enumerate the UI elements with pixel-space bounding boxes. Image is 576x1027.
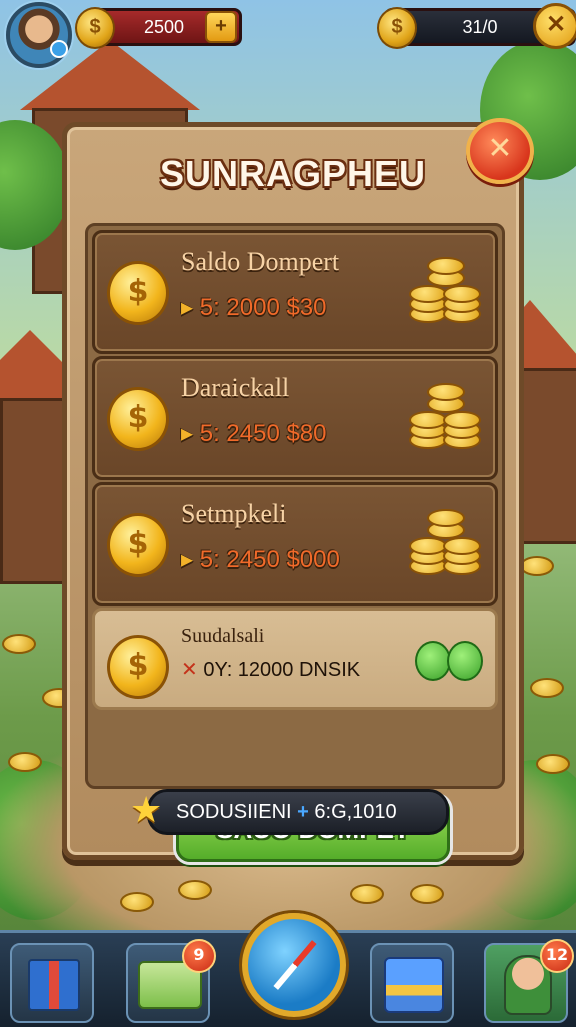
nav-compass-button[interactable] <box>242 913 346 1017</box>
footer-label: SODUSIIENI <box>176 801 292 823</box>
offer-price-value: 5: 2450 $80 <box>199 420 327 447</box>
top-bar: 2500 $ + 31/0 $ ✕ <box>0 0 576 68</box>
avatar-badge-icon <box>50 40 68 58</box>
offer-price-value: 5: 2450 $000 <box>199 546 340 573</box>
offer-price: ✕ 0Y: 12000 DNSIK <box>181 657 360 682</box>
offer-price: ▸ 5: 2450 $000 <box>181 545 340 574</box>
coin-icon: $ <box>107 261 169 325</box>
offer-price-value: 5: 2000 $30 <box>199 294 327 321</box>
arrow-icon: ▸ <box>181 546 194 573</box>
notification-badge: 12 <box>540 939 574 973</box>
footer-balance-pill[interactable]: ★ SODUSIIENI + 6:G,1010 <box>130 789 449 835</box>
offer-price-value: 0Y: 12000 DNSIK <box>203 659 361 681</box>
offer-label: Suudalsali <box>181 625 265 647</box>
nav-chest-button[interactable] <box>370 943 454 1023</box>
arrow-icon: ▸ <box>181 294 194 321</box>
panel-close-button[interactable]: ✕ <box>466 118 534 184</box>
coin-icon: $ <box>377 7 417 49</box>
panel-title: SUNRAGPHEU <box>159 153 427 194</box>
notification-badge: 9 <box>182 939 216 973</box>
offer-label: Saldo Dompert <box>181 247 340 276</box>
top-close-button[interactable]: ✕ <box>533 3 576 49</box>
coin-counter-left: 2500 $ + <box>75 7 242 49</box>
shop-panel: SUNRAGPHEU $ Saldo Dompert ▸ 5: 2000 $30… <box>62 122 524 862</box>
coin-counter-right: 31/0 $ ✕ <box>377 3 576 49</box>
treasure-chest-icon <box>384 957 444 1013</box>
nav-profile-button[interactable]: 12 <box>484 939 574 1023</box>
coin-stack-icon <box>409 381 481 455</box>
gift-icon <box>28 959 80 1011</box>
offer-price: ▸ 5: 2000 $30 <box>181 293 327 322</box>
coin-stack-icon <box>409 255 481 329</box>
add-coins-button[interactable]: + <box>205 11 237 43</box>
footer-value: 6:G,1010 <box>314 801 397 823</box>
coin-stack-icon <box>409 507 481 581</box>
player-avatar[interactable] <box>6 2 72 68</box>
star-icon: ★ <box>130 789 163 830</box>
offer-price: ▸ 5: 2450 $80 <box>181 419 327 448</box>
coin-icon: $ <box>107 635 169 699</box>
coin-icon: $ <box>107 387 169 451</box>
offer-list: $ Saldo Dompert ▸ 5: 2000 $30 $ Daraicka… <box>85 223 505 862</box>
gem-icon <box>447 641 483 681</box>
offer-row[interactable]: $ Suudalsali ✕ 0Y: 12000 DNSIK <box>92 608 498 710</box>
plus-icon: + <box>297 801 309 823</box>
gem-icon <box>415 641 451 681</box>
arrow-icon: ▸ <box>181 420 194 447</box>
nav-gift-button[interactable] <box>10 943 94 1023</box>
coin-icon: $ <box>75 7 115 49</box>
offer-row[interactable]: $ Daraickall ▸ 5: 2450 $80 <box>92 356 498 480</box>
compass-icon <box>273 940 317 990</box>
coin-icon: $ <box>107 513 169 577</box>
offer-row[interactable]: $ Saldo Dompert ▸ 5: 2000 $30 <box>92 230 498 354</box>
bottom-nav: 9 12 <box>0 913 576 1027</box>
offer-label: Daraickall <box>181 373 290 402</box>
nav-money-button[interactable]: 9 <box>126 939 216 1023</box>
offer-label: Setmpkeli <box>181 499 287 528</box>
offer-row[interactable]: $ Setmpkeli ▸ 5: 2450 $000 <box>92 482 498 606</box>
cross-icon: ✕ <box>181 659 198 681</box>
